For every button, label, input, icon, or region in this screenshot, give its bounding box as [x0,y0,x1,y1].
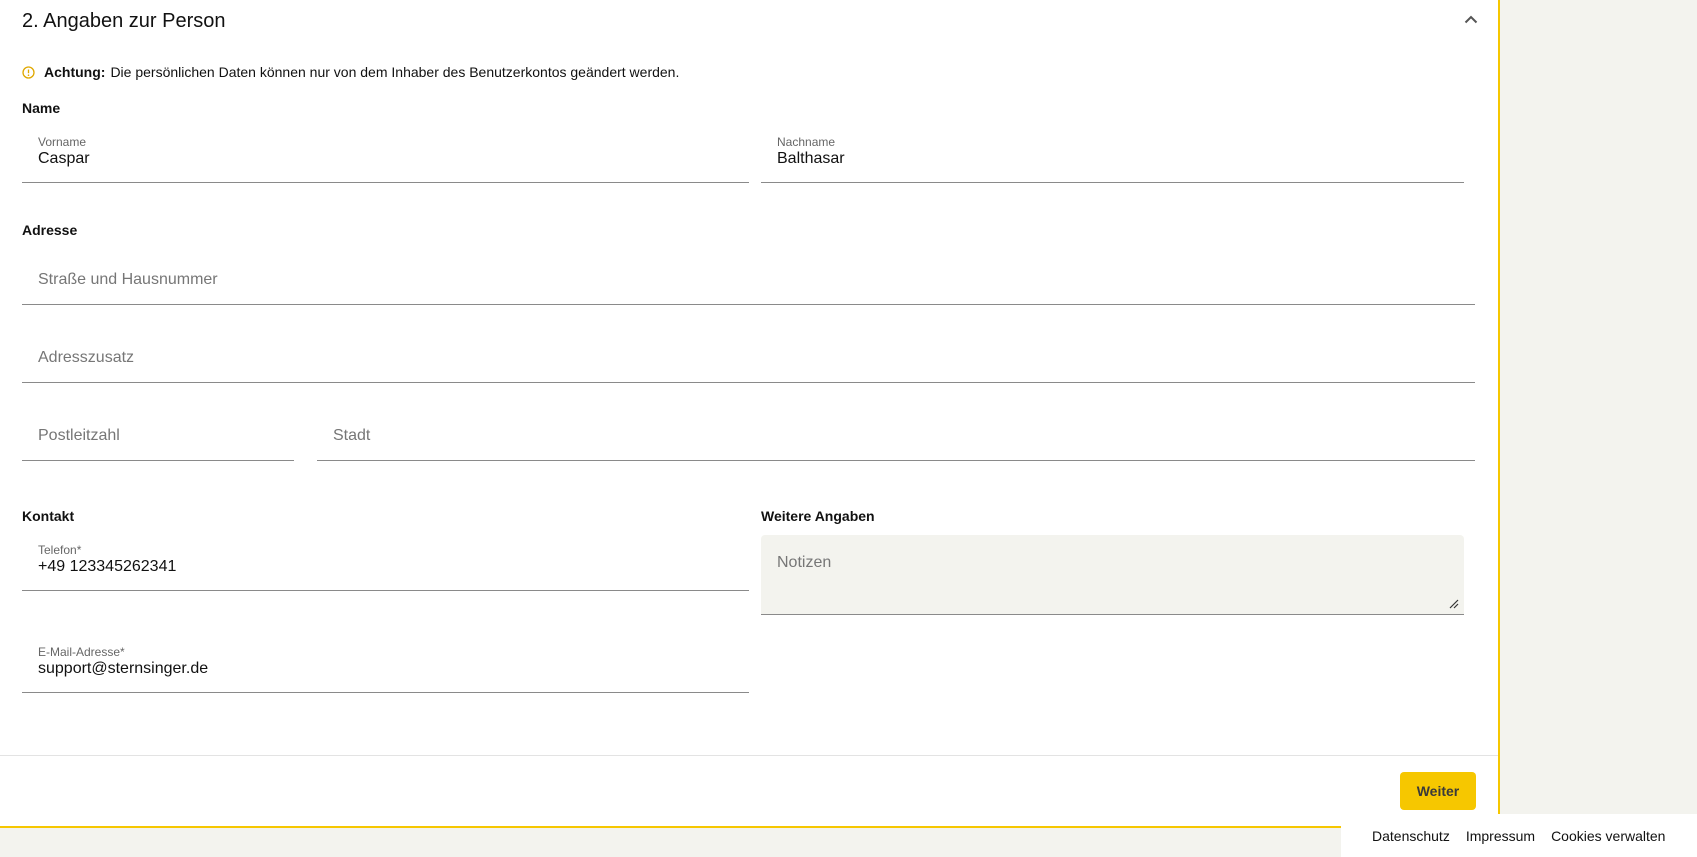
further-heading: Weitere Angaben [761,508,875,524]
name-heading: Name [22,100,61,116]
chevron-up-icon [1464,15,1478,23]
next-button[interactable]: Weiter [1400,772,1476,810]
data-notice: Achtung: Die persönlichen Daten können n… [22,64,679,80]
first-name-field[interactable]: Vorname Caspar [22,130,749,183]
notes-textarea[interactable]: Notizen [761,535,1464,615]
person-details-card: 2. Angaben zur Person Achtung: Die persö… [0,0,1500,828]
address-extra-input[interactable]: Adresszusatz [22,330,1475,383]
footer-link-cookies[interactable]: Cookies verwalten [1551,828,1665,844]
notice-strong: Achtung: [44,64,106,80]
contact-heading: Kontakt [22,508,75,524]
phone-field[interactable]: Telefon* +49 123345262341 [22,538,749,591]
footer-links: Datenschutz Impressum Cookies verwalten [1341,814,1697,857]
actions-divider [0,755,1498,756]
last-name-field[interactable]: Nachname Balthasar [761,130,1464,183]
address-heading: Adresse [22,222,78,238]
email-value: support@sternsinger.de [38,660,209,677]
zip-placeholder: Postleitzahl [38,427,120,444]
last-name-value: Balthasar [777,150,845,167]
email-label: E-Mail-Adresse* [38,645,125,659]
first-name-value: Caspar [38,150,90,167]
city-input[interactable]: Stadt [317,408,1475,461]
collapse-section-button[interactable] [1460,8,1482,30]
address-extra-placeholder: Adresszusatz [38,349,135,366]
street-placeholder: Straße und Hausnummer [38,271,218,288]
notice-text: Die persönlichen Daten können nur von de… [110,64,680,80]
notes-placeholder: Notizen [777,554,832,571]
street-input[interactable]: Straße und Hausnummer [22,252,1475,305]
city-placeholder: Stadt [333,427,371,444]
footer-link-privacy[interactable]: Datenschutz [1372,828,1450,844]
footer-link-imprint[interactable]: Impressum [1466,828,1535,844]
resize-handle-icon[interactable] [1449,599,1459,609]
email-field[interactable]: E-Mail-Adresse* support@sternsinger.de [22,640,749,693]
warning-circle-icon [22,65,35,79]
phone-label: Telefon* [38,543,82,557]
zip-input[interactable]: Postleitzahl [22,408,294,461]
last-name-label: Nachname [777,135,836,149]
section-title: 2. Angaben zur Person [22,10,226,32]
first-name-label: Vorname [38,135,87,149]
phone-value: +49 123345262341 [38,558,177,575]
